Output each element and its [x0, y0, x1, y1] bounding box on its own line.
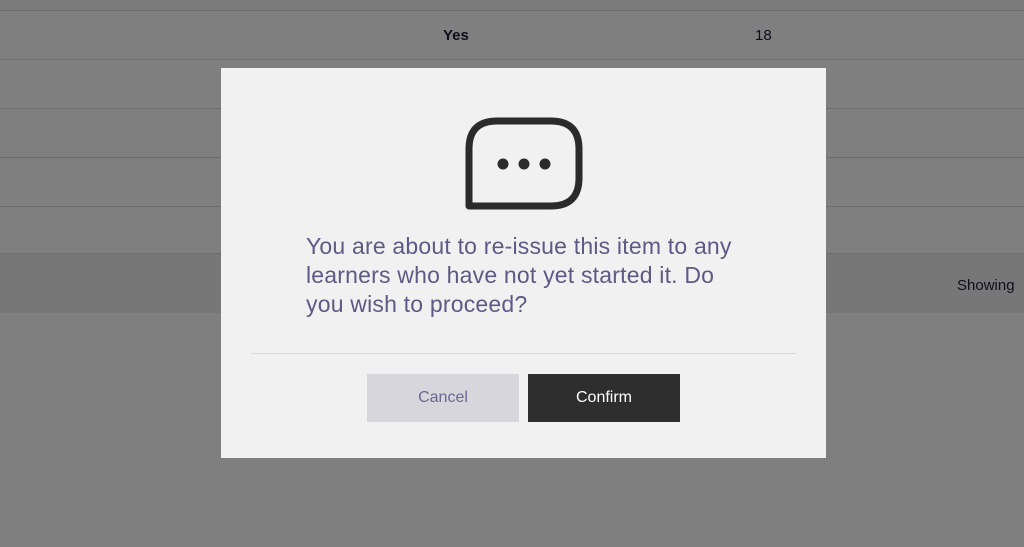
confirm-dialog: You are about to re-issue this item to a… — [221, 68, 826, 458]
dialog-message: You are about to re-issue this item to a… — [306, 233, 732, 317]
confirm-button[interactable]: Confirm — [528, 374, 680, 422]
dialog-divider — [251, 353, 796, 354]
page: Yes 18 Showing You are about to re-issue… — [0, 0, 1024, 547]
cancel-button[interactable]: Cancel — [367, 374, 519, 422]
speech-bubble-ellipsis-icon — [465, 117, 583, 210]
